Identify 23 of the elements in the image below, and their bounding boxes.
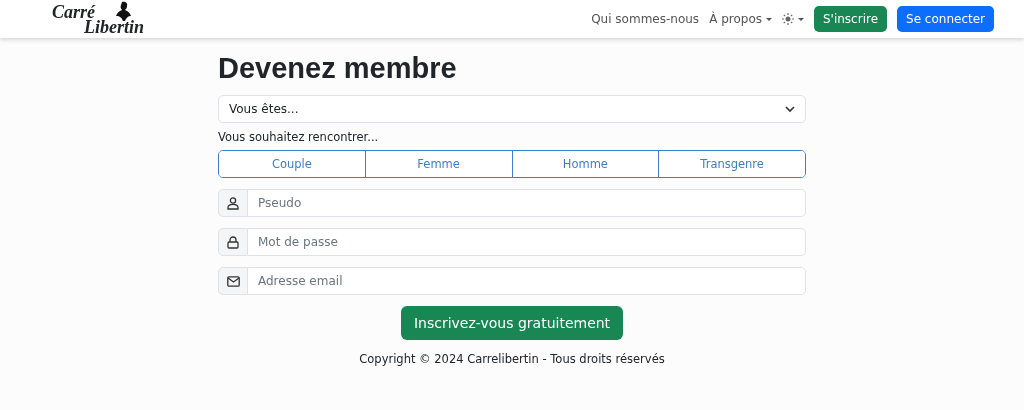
chevron-icon — [785, 105, 795, 113]
page-title: Devenez membre — [218, 52, 458, 85]
logo[interactable]: Carré Libertin — [52, 0, 162, 38]
field-label: Vous souhaitez rencontrer... — [218, 130, 380, 144]
input-field[interactable]: Pseudo — [248, 189, 806, 217]
caret-icon — [798, 17, 804, 21]
signup-button[interactable]: S'inscrire — [814, 6, 888, 32]
caret-icon — [766, 17, 772, 21]
envelope-icon — [226, 275, 240, 287]
toggle-button[interactable]: Couple — [219, 151, 366, 177]
lock-icon — [227, 235, 239, 249]
input-field[interactable]: Mot de passe — [248, 228, 806, 256]
nav-dropdown[interactable]: À propos — [709, 12, 772, 26]
user-icon — [227, 196, 239, 210]
theme-dropdown[interactable] — [782, 13, 804, 25]
submit-button[interactable]: Inscrivez-vous gratuitement — [400, 306, 624, 340]
logo-text: Libertin — [84, 17, 144, 38]
login-button[interactable]: Se connecter — [897, 6, 994, 32]
select-field[interactable]: Vous êtes... — [218, 95, 806, 123]
copyright-text: Copyright © 2024 Carrelibertin - Tous droits réservés — [359, 352, 665, 366]
nav-link[interactable]: Qui sommes-nous — [591, 12, 700, 26]
sun-icon — [782, 13, 794, 25]
input-field[interactable]: Adresse email — [248, 267, 806, 295]
